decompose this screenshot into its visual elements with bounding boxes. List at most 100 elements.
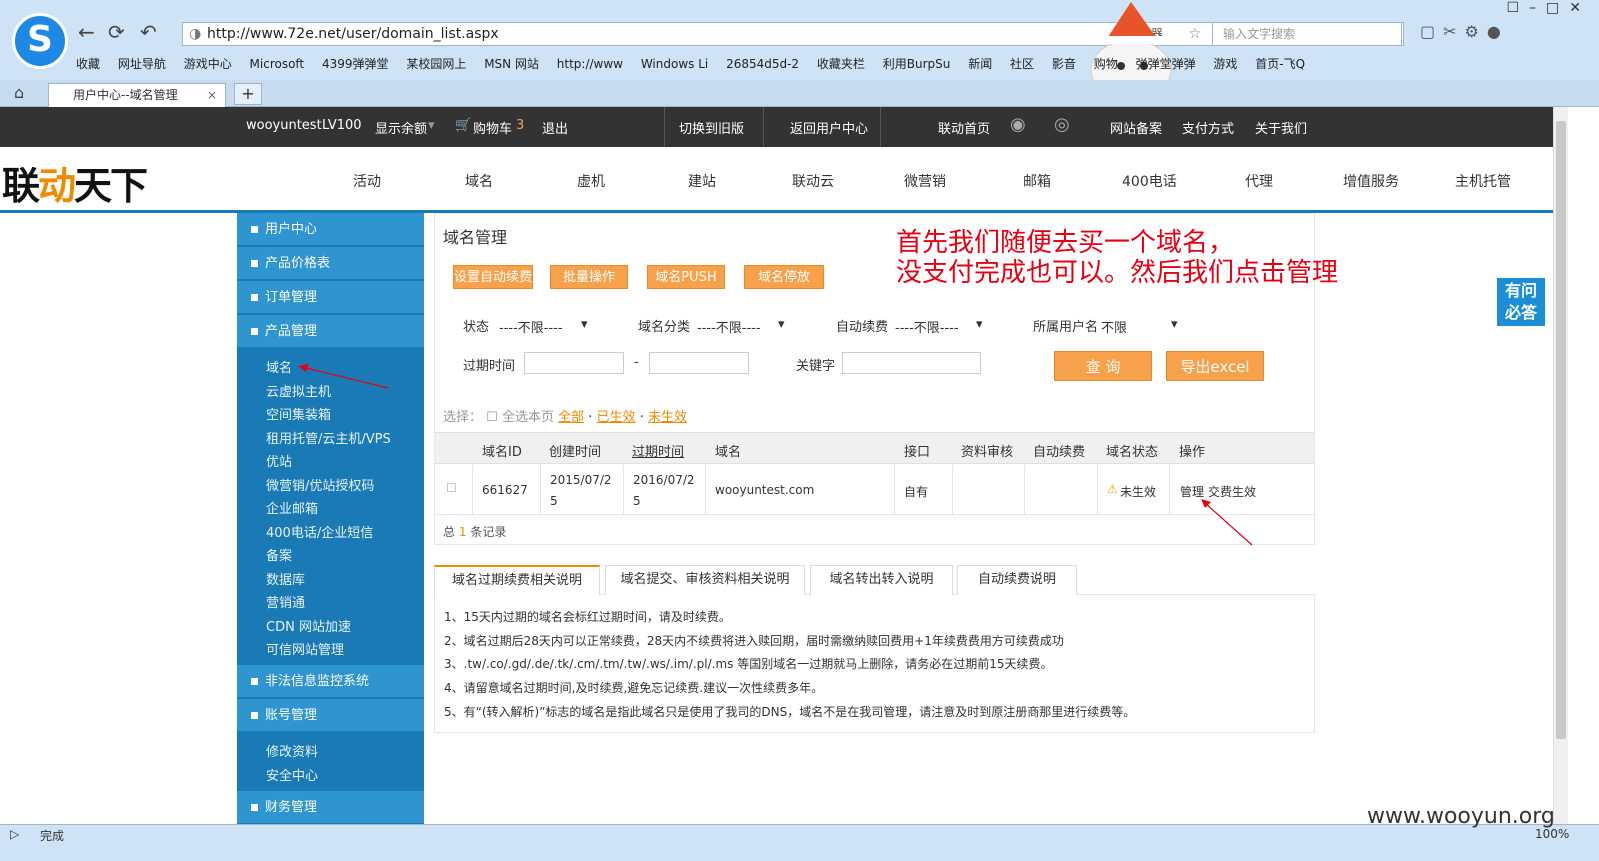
weibo-icon[interactable]: ◎	[1054, 114, 1070, 135]
batch-button[interactable]: 批量操作	[550, 265, 628, 289]
keyword-input[interactable]	[842, 352, 981, 374]
undo-icon[interactable]: ↶	[140, 20, 157, 44]
tab-transfer-info[interactable]: 域名转出转入说明	[810, 565, 953, 595]
expire-end-input[interactable]	[649, 352, 749, 374]
sidebar-head[interactable]: 账号管理	[237, 699, 424, 732]
nav-item[interactable]: 增值服务	[1343, 171, 1399, 191]
sidebar-head[interactable]: 产品管理	[237, 315, 424, 348]
sidebar-head[interactable]: 用户中心	[237, 213, 424, 246]
sidebar-item[interactable]: 400电话/企业短信	[266, 522, 373, 541]
sidebar-head[interactable]: 订单管理	[237, 281, 424, 314]
page-scrollbar[interactable]	[1553, 107, 1568, 824]
sidebar-item[interactable]: 可信网站管理	[266, 639, 344, 658]
help-widget[interactable]: 有问 必答	[1497, 278, 1545, 326]
nav-item[interactable]: 域名	[465, 171, 493, 191]
bookmark-item[interactable]: 新闻	[968, 55, 992, 72]
bookmark-item[interactable]: 购物	[1094, 55, 1118, 72]
owner-select[interactable]: 不限	[1101, 317, 1127, 336]
column-header-sortable[interactable]: 过期时间	[632, 441, 684, 460]
sidebar-item[interactable]: 企业邮箱	[266, 498, 318, 517]
nav-item[interactable]: 虚机	[577, 171, 605, 191]
sidebar-item[interactable]: 修改资料	[266, 741, 318, 760]
sidebar-item[interactable]: 空间集装箱	[266, 404, 331, 423]
nav-item[interactable]: 400电话	[1122, 171, 1177, 191]
bookmark-item[interactable]: 首页-飞Q	[1255, 55, 1305, 72]
push-button[interactable]: 域名PUSH	[647, 265, 725, 289]
bookmark-item[interactable]: Windows Li	[641, 57, 708, 71]
bookmark-item[interactable]: 游戏中心	[184, 55, 232, 72]
back-center-link[interactable]: 返回用户中心	[790, 118, 868, 137]
pay-activate-link[interactable]: 交费生效	[1208, 483, 1256, 500]
sidebar-head[interactable]: 产品价格表	[237, 247, 424, 280]
logout-link[interactable]: 退出	[542, 118, 568, 137]
tab-autorenew-info[interactable]: 自动续费说明	[957, 565, 1077, 595]
nav-item[interactable]: 活动	[353, 171, 381, 191]
sidebar-item[interactable]: 营销通	[266, 592, 305, 611]
sidebar-item-domain[interactable]: 域名	[266, 357, 292, 376]
bookmark-item[interactable]: Microsoft	[250, 57, 305, 71]
bookmark-item[interactable]: 游戏	[1213, 55, 1237, 72]
refresh-icon[interactable]: ⟳	[108, 20, 125, 44]
export-button[interactable]: 导出excel	[1166, 351, 1264, 381]
bookmark-item[interactable]: 收藏	[76, 55, 100, 72]
chevron-down-icon[interactable]: ▾	[581, 317, 588, 332]
chevron-down-icon[interactable]: ▾	[778, 317, 785, 332]
status-select[interactable]: ----不限----	[499, 317, 563, 336]
bookmark-item[interactable]: 弹弹堂弹弹	[1136, 55, 1196, 72]
sidebar-item[interactable]: 微营销/优站授权码	[266, 475, 374, 494]
nav-item[interactable]: 微营销	[904, 171, 946, 191]
nav-item[interactable]: 主机托管	[1455, 171, 1511, 191]
sidebar-item[interactable]: 租用托管/云主机/VPS	[266, 428, 391, 447]
wechat-icon[interactable]: ◉	[1010, 114, 1026, 135]
about-link[interactable]: 关于我们	[1255, 118, 1307, 137]
select-page-label[interactable]: 全选本页	[502, 410, 554, 425]
filter-active-link[interactable]: 已生效	[597, 410, 636, 425]
category-select[interactable]: ----不限----	[697, 317, 761, 336]
sidebar-item[interactable]: CDN 网站加速	[266, 616, 351, 635]
bookmark-item[interactable]: http://www	[557, 57, 623, 71]
sidebar-item[interactable]: 优站	[266, 451, 292, 470]
sogou-logo-icon[interactable]: S	[12, 13, 68, 69]
bookmark-item[interactable]: 影音	[1052, 55, 1076, 72]
bookmark-item[interactable]: MSN 网站	[484, 55, 539, 72]
home-link[interactable]: 联动首页	[938, 118, 990, 137]
balance-toggle[interactable]: 显示余额	[375, 118, 427, 137]
sidebar-item[interactable]: 云虚拟主机	[266, 381, 331, 400]
old-version-link[interactable]: 切换到旧版	[679, 118, 744, 137]
park-button[interactable]: 域名停放	[744, 265, 824, 289]
sidebar-item[interactable]: 备案	[266, 545, 292, 564]
bookmark-item[interactable]: 4399弹弹堂	[322, 55, 389, 72]
chevron-down-icon[interactable]: ▾	[976, 317, 983, 332]
tab-user-center[interactable]: 用户中心--域名管理 ×	[48, 83, 226, 107]
nav-item[interactable]: 代理	[1245, 171, 1273, 191]
home-icon[interactable]: ⌂	[14, 83, 24, 102]
bookmark-item[interactable]: 利用BurpSu	[883, 55, 951, 72]
sidebar-item[interactable]: 数据库	[266, 569, 305, 588]
sidebar-head[interactable]: 财务管理	[237, 791, 424, 824]
toolbar-icons[interactable]: ▢✂⚙●	[1420, 22, 1509, 41]
window-controls[interactable]: ☐–□✕	[1506, 0, 1591, 16]
tab-renew-info[interactable]: 域名过期续费相关说明	[434, 565, 600, 595]
auto-renew-button[interactable]: 设置自动续费	[453, 265, 533, 289]
bookmark-item[interactable]: 收藏夹栏	[817, 55, 865, 72]
manage-link[interactable]: 管理	[1180, 483, 1204, 500]
back-icon[interactable]: ←	[78, 20, 95, 44]
expire-start-input[interactable]	[524, 352, 624, 374]
payment-link[interactable]: 支付方式	[1182, 118, 1234, 137]
cart-link[interactable]: 购物车	[473, 118, 512, 137]
bookmark-item[interactable]: 社区	[1010, 55, 1034, 72]
sidebar-head[interactable]: 非法信息监控系统	[237, 665, 424, 698]
nav-item[interactable]: 联动云	[792, 171, 834, 191]
scrollbar-thumb[interactable]	[1556, 121, 1566, 739]
bookmark-item[interactable]: 网址导航	[118, 55, 166, 72]
checkbox-icon[interactable]: ☐	[486, 410, 498, 425]
nav-item[interactable]: 建站	[688, 171, 716, 191]
filter-inactive-link[interactable]: 未生效	[648, 410, 687, 425]
sidebar-item[interactable]: 安全中心	[266, 765, 318, 784]
record-link[interactable]: 网站备案	[1110, 118, 1162, 137]
search-input[interactable]: 输入文字搜索	[1212, 22, 1402, 46]
query-button[interactable]: 查 询	[1054, 351, 1152, 381]
chevron-down-icon[interactable]: ▾	[1171, 317, 1178, 332]
tab-submit-info[interactable]: 域名提交、审核资料相关说明	[605, 565, 805, 595]
bookmark-item[interactable]: 26854d5d-2	[726, 57, 799, 71]
